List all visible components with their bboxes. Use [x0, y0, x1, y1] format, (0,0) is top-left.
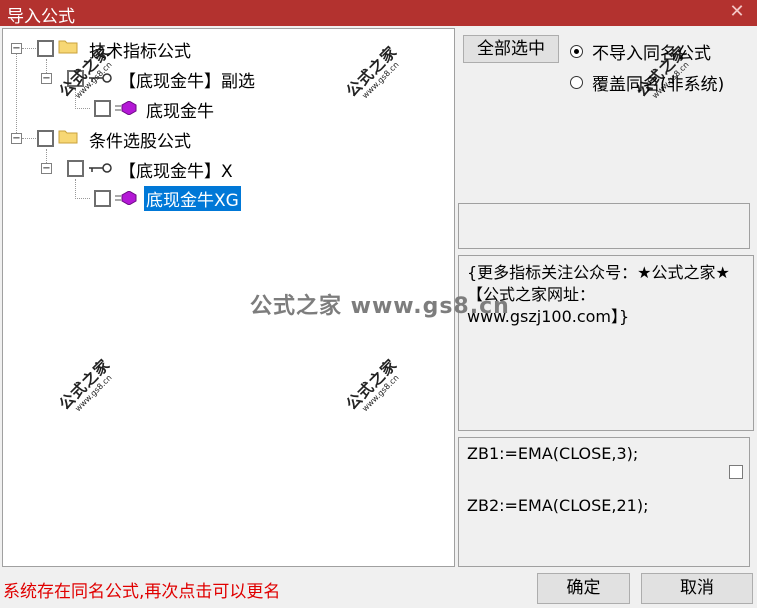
collapse-icon[interactable]: −: [11, 133, 22, 144]
cancel-button[interactable]: 取消: [641, 573, 753, 604]
tree-node-label: 底现金牛: [146, 102, 214, 122]
collapse-icon[interactable]: −: [11, 43, 22, 54]
radio-label: 覆盖同名(非系统): [592, 75, 725, 95]
tree-checkbox[interactable]: [37, 130, 54, 147]
select-all-button[interactable]: 全部选中: [463, 35, 559, 63]
tree-node-label: 【底现金牛】X: [119, 162, 233, 182]
tree-checkbox[interactable]: [37, 40, 54, 57]
radio-icon[interactable]: [570, 45, 583, 58]
tree-node-formula[interactable]: − 【底现金牛】副选: [3, 65, 453, 92]
gem-icon: [115, 191, 137, 205]
tree-node-label: 条件选股公式: [89, 132, 191, 152]
code-line: ZB1:=EMA(CLOSE,3);: [467, 444, 639, 463]
collapse-icon[interactable]: −: [41, 163, 52, 174]
tree-node-label: 底现金牛XG: [144, 186, 241, 211]
radio-icon[interactable]: [570, 76, 583, 89]
tree-node-formula[interactable]: − 【底现金牛】X: [3, 155, 453, 182]
name-field[interactable]: [458, 203, 750, 249]
tree-checkbox[interactable]: [67, 70, 84, 87]
close-icon[interactable]: ✕: [717, 0, 757, 26]
tree-checkbox[interactable]: [94, 190, 111, 207]
folder-icon: [58, 40, 78, 54]
folder-icon: [58, 130, 78, 144]
radio-overwrite-same-name[interactable]: 覆盖同名(非系统): [570, 70, 724, 95]
code-checkbox[interactable]: [729, 465, 743, 479]
tree-node-label: 【底现金牛】副选: [119, 72, 255, 92]
tree-node-formula-selected[interactable]: 底现金牛XG: [3, 185, 453, 211]
gem-icon: [115, 101, 137, 115]
collapse-icon[interactable]: −: [41, 73, 52, 84]
status-message: 系统存在同名公式,再次点击可以更名: [3, 582, 281, 602]
key-icon: [89, 73, 112, 83]
window-title: 导入公式: [7, 7, 75, 27]
center-watermark: 公式之家 www.gs8.cn: [250, 294, 510, 319]
ok-button[interactable]: 确定: [537, 573, 630, 604]
title-bar: 导入公式 ✕: [0, 0, 757, 27]
tree-checkbox[interactable]: [67, 160, 84, 177]
code-line: ZB2:=EMA(CLOSE,21);: [467, 496, 649, 515]
tree-checkbox[interactable]: [94, 100, 111, 117]
radio-label: 不导入同名公式: [592, 44, 711, 64]
radio-skip-same-name[interactable]: 不导入同名公式: [570, 39, 711, 64]
tree-node-tech-indicators[interactable]: − 技术指标公式: [3, 35, 453, 62]
tree-node-label: 技术指标公式: [89, 42, 191, 62]
tree-node-formula[interactable]: 底现金牛: [3, 95, 453, 122]
key-icon: [89, 163, 112, 173]
tree-node-stock-selection[interactable]: − 条件选股公式: [3, 125, 453, 152]
description-box: {更多指标关注公众号：★公式之家★ 【公式之家网址：www.gszj100.co…: [458, 255, 754, 431]
code-preview[interactable]: ZB1:=EMA(CLOSE,3); ZB2:=EMA(CLOSE,21);: [458, 437, 750, 567]
